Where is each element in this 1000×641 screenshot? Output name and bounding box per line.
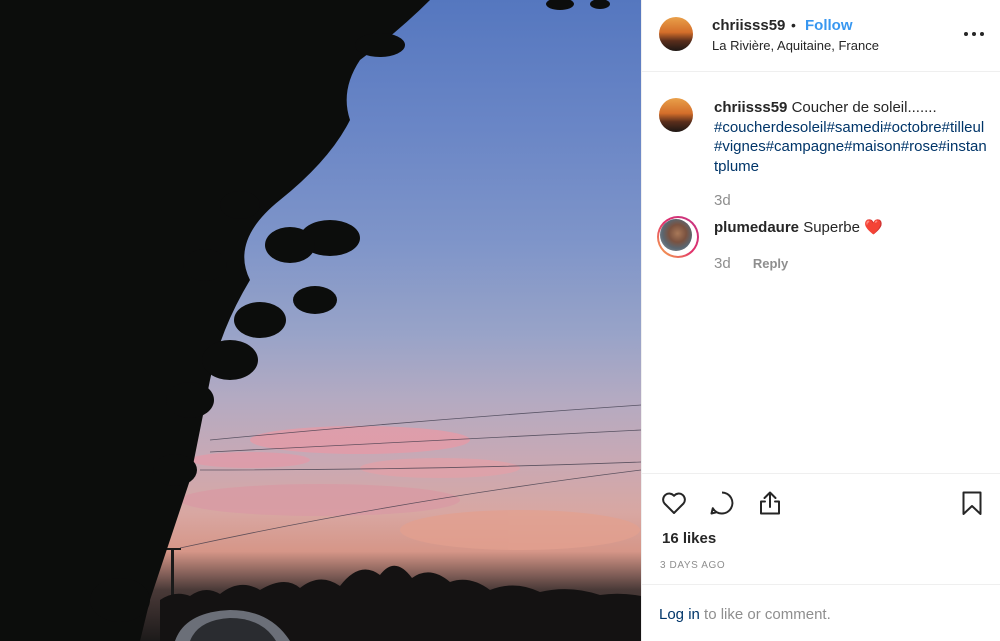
follow-button[interactable]: Follow (805, 17, 853, 34)
post-date[interactable]: 3 DAYS AGO (660, 560, 725, 571)
login-bar: Log in to like or comment. (642, 584, 1000, 641)
reply-button[interactable]: Reply (753, 256, 788, 271)
post-photo[interactable] (0, 0, 641, 641)
caption-username[interactable]: chriisss59 (714, 99, 787, 116)
pink-clouds (180, 426, 640, 550)
separator-dot: • (791, 17, 796, 33)
comment-meta: 3d Reply (714, 255, 788, 272)
post-actions: 16 likes 3 DAYS AGO Log in to like or co… (642, 473, 1000, 641)
likes-count[interactable]: 16 likes (662, 530, 716, 547)
comment-icon[interactable] (708, 489, 736, 517)
comment-username[interactable]: plumedaure (714, 219, 799, 236)
caption-body: Coucher de soleil....... (791, 99, 937, 116)
bookmark-icon[interactable] (958, 489, 986, 517)
share-icon[interactable] (756, 489, 784, 517)
caption-age: 3d (714, 192, 731, 209)
post-side-panel: chriisss59 • Follow La Rivière, Aquitain… (641, 0, 1000, 641)
heart-emoji-icon: ❤️ (864, 219, 883, 236)
caption-hashtags[interactable]: #coucherdesoleil#samedi#octobre#tilleul#… (714, 119, 987, 175)
post-header: chriisss59 • Follow La Rivière, Aquitain… (642, 0, 1000, 72)
caption-text: chriisss59 Coucher de soleil....... #cou… (714, 98, 989, 176)
comments-list: chriisss59 Coucher de soleil....... #cou… (642, 73, 1000, 473)
author-avatar[interactable] (659, 17, 693, 51)
login-suffix: to like or comment. (699, 606, 831, 623)
author-username[interactable]: chriisss59 (712, 17, 785, 34)
caption-age-text: 3d (714, 192, 731, 209)
post-location[interactable]: La Rivière, Aquitaine, France (712, 38, 879, 53)
comment-age: 3d (714, 255, 731, 272)
sunset-scene (0, 0, 641, 641)
more-horizontal-icon[interactable] (964, 26, 984, 42)
heart-icon[interactable] (660, 489, 688, 517)
login-link[interactable]: Log in (659, 606, 700, 623)
comment-body: Superbe (803, 219, 860, 236)
login-prompt: Log in to like or comment. (659, 606, 831, 623)
comment-text: plumedaure Superbe ❤️ (714, 218, 989, 238)
caption-avatar[interactable] (659, 98, 693, 132)
commenter-avatar[interactable] (657, 216, 699, 258)
